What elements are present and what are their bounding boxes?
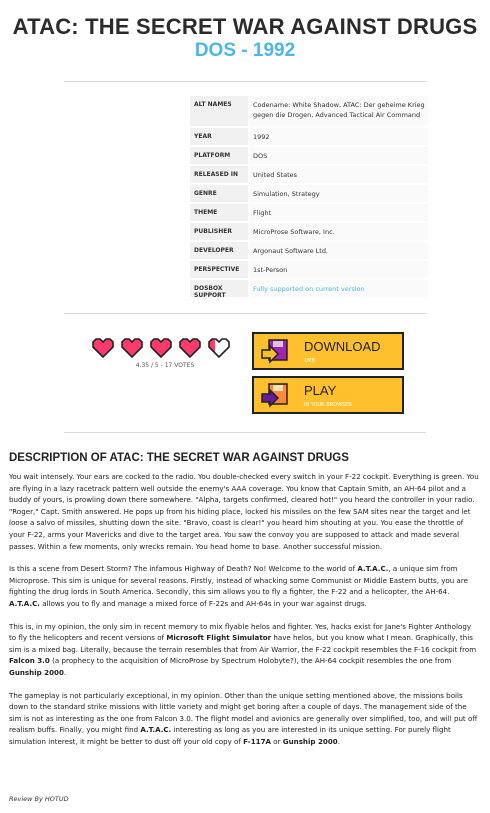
- paragraph: Is this a scene from Desert Storm? The i…: [9, 563, 480, 609]
- rating-votes: 4.35 / 5 - 17 VOTES: [135, 362, 195, 369]
- info-row-perspective: PERSPECTIVE 1st-Person: [190, 261, 428, 278]
- dosbox-support-link[interactable]: Fully supported on current version: [250, 280, 428, 297]
- info-value: DOS: [250, 147, 428, 164]
- info-row-developer: DEVELOPER Argonaut Software Ltd.: [190, 242, 428, 259]
- play-sub: IN YOUR BROWSER: [304, 402, 352, 408]
- text-bold: Falcon 3.0: [9, 656, 50, 666]
- divider: [64, 432, 426, 433]
- info-key: PUBLISHER: [190, 223, 248, 240]
- download-disk-icon: [261, 339, 288, 364]
- info-key: DOSBOX SUPPORT: [190, 280, 248, 299]
- text: (a prophecy to the acquisition of MicroP…: [49, 656, 452, 666]
- paragraph: You wait intensely. Your ears are cocked…: [9, 471, 480, 552]
- info-row-released-in: RELEASED IN United States: [190, 166, 428, 183]
- paragraph: The gameplay is not particularly excepti…: [9, 690, 480, 748]
- text-bold: Gunship 2000: [9, 667, 64, 677]
- text-bold: A.T.A.C.: [140, 725, 172, 735]
- divider: [64, 313, 426, 314]
- info-value: Simulation, Strategy: [250, 185, 428, 202]
- download-size: 1MB: [304, 358, 315, 364]
- text: You wait intensely. Your ears are cocked…: [9, 472, 479, 551]
- description-title: DESCRIPTION OF ATAC: THE SECRET WAR AGAI…: [9, 452, 349, 464]
- info-value: Flight: [250, 204, 428, 221]
- heart-icon[interactable]: [206, 337, 232, 359]
- info-value: Codename: White Shadow, ATAC: Der geheim…: [250, 96, 428, 126]
- text: or: [271, 736, 283, 746]
- page-title: ATAC: THE SECRET WAR AGAINST DRUGS: [12, 14, 478, 39]
- info-key: PERSPECTIVE: [190, 261, 248, 278]
- info-key: THEME: [190, 204, 248, 221]
- info-value: MicroProse Software, Inc.: [250, 223, 428, 240]
- platform-year-subtitle: DOS - 1992: [194, 40, 296, 61]
- download-label: DOWNLOAD: [304, 339, 381, 354]
- paragraph: This is, in my opinion, the only sim in …: [9, 621, 480, 679]
- info-key: YEAR: [190, 128, 248, 145]
- info-key: DEVELOPER: [190, 242, 248, 259]
- text: .: [337, 736, 340, 746]
- info-row-dosbox-support: DOSBOX SUPPORT Fully supported on curren…: [190, 280, 428, 299]
- info-key: PLATFORM: [190, 147, 248, 164]
- rating-hearts[interactable]: [90, 337, 232, 359]
- text: .: [63, 667, 67, 677]
- heart-icon[interactable]: [90, 337, 116, 359]
- info-value: 1st-Person: [250, 261, 428, 278]
- info-value: Argonaut Software Ltd.: [250, 242, 428, 259]
- info-value: 1992: [250, 128, 428, 145]
- info-row-genre: GENRE Simulation, Strategy: [190, 185, 428, 202]
- info-row-publisher: PUBLISHER MicroProse Software, Inc.: [190, 223, 428, 240]
- info-key: RELEASED IN: [190, 166, 248, 183]
- text-bold: Microsoft Flight Simulator: [166, 633, 272, 643]
- info-row-platform: PLATFORM DOS: [190, 147, 428, 164]
- info-value: United States: [250, 166, 428, 183]
- info-row-theme: THEME Flight: [190, 204, 428, 221]
- info-key: ALT NAMES: [190, 96, 248, 126]
- heart-icon[interactable]: [177, 337, 203, 359]
- text-bold: A.T.A.C.: [9, 598, 40, 608]
- info-key: GENRE: [190, 185, 248, 202]
- play-label: PLAY: [304, 383, 337, 398]
- game-info-table: ALT NAMES Codename: White Shadow, ATAC: …: [190, 96, 428, 299]
- heart-icon[interactable]: [119, 337, 145, 359]
- download-button[interactable]: DOWNLOAD 1MB: [252, 332, 404, 370]
- description-body: You wait intensely. Your ears are cocked…: [9, 471, 480, 758]
- text-bold: F-117A: [243, 736, 271, 746]
- text: Is this a scene from Desert Storm? The i…: [9, 564, 358, 574]
- play-button[interactable]: PLAY IN YOUR BROWSER: [252, 376, 404, 414]
- text-bold: Gunship 2000: [282, 736, 338, 746]
- text-bold: A.T.A.C.: [357, 564, 389, 574]
- text: allows you to fly and manage a mixed for…: [40, 598, 367, 608]
- heart-icon[interactable]: [148, 337, 174, 359]
- review-credit: Review By HOTUD: [9, 795, 69, 803]
- divider: [64, 81, 426, 82]
- play-disk-icon: [261, 383, 288, 408]
- info-row-alt-names: ALT NAMES Codename: White Shadow, ATAC: …: [190, 96, 428, 126]
- info-row-year: YEAR 1992: [190, 128, 428, 145]
